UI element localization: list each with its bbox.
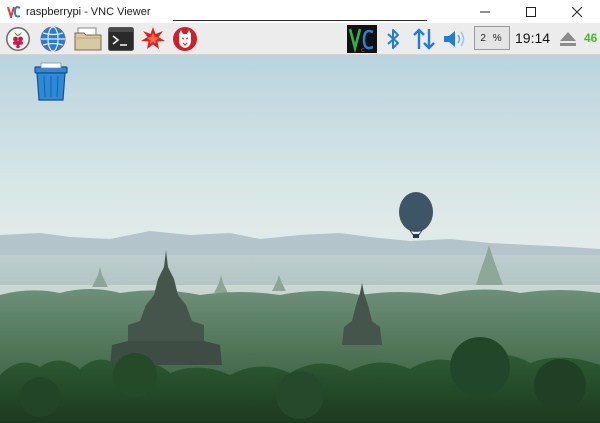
minimize-icon bbox=[480, 11, 490, 12]
menu-button[interactable] bbox=[4, 25, 32, 53]
wolfram-launcher[interactable] bbox=[171, 25, 199, 53]
mathematica-launcher[interactable] bbox=[139, 25, 167, 53]
window-controls bbox=[462, 0, 600, 23]
close-button[interactable] bbox=[554, 0, 600, 23]
trash-icon bbox=[34, 62, 68, 101]
volume-icon bbox=[444, 31, 465, 47]
battery-level[interactable]: 46 bbox=[584, 31, 597, 45]
wallpaper-image bbox=[0, 55, 600, 423]
wolfram-icon bbox=[173, 27, 197, 51]
minimize-button[interactable] bbox=[462, 0, 508, 23]
bluetooth-icon bbox=[387, 29, 399, 49]
terminal-launcher[interactable] bbox=[107, 25, 135, 53]
mathematica-icon bbox=[141, 27, 165, 49]
volume-tray-button[interactable] bbox=[441, 25, 469, 53]
close-icon bbox=[572, 6, 582, 17]
eject-icon bbox=[560, 32, 576, 46]
terminal-icon bbox=[108, 27, 134, 51]
vnc-server-tray-button[interactable]: c bbox=[346, 25, 378, 53]
vnc-server-icon: c bbox=[347, 25, 377, 53]
desktop-icon-trash[interactable] bbox=[33, 62, 69, 102]
network-transfer-icon bbox=[413, 28, 435, 50]
cpu-usage-value: 2 % bbox=[480, 32, 504, 44]
window-title: raspberrypi - VNC Viewer bbox=[26, 5, 151, 18]
maximize-icon bbox=[526, 6, 536, 17]
file-manager-launcher[interactable] bbox=[74, 25, 102, 53]
vnc-logo-icon bbox=[7, 5, 21, 19]
taskbar: c 2 % 19:14 46 bbox=[0, 23, 600, 55]
cpu-usage-monitor[interactable]: 2 % bbox=[474, 26, 510, 50]
eject-tray-button[interactable] bbox=[556, 25, 580, 53]
window-title-bar[interactable]: raspberrypi - VNC Viewer bbox=[0, 0, 600, 23]
maximize-button[interactable] bbox=[508, 0, 554, 23]
clock[interactable]: 19:14 bbox=[515, 30, 550, 46]
svg-text:c: c bbox=[361, 46, 365, 53]
raspberry-menu-icon bbox=[6, 27, 30, 51]
desktop[interactable] bbox=[0, 55, 600, 423]
file-manager-icon bbox=[74, 27, 102, 51]
web-browser-launcher[interactable] bbox=[39, 25, 67, 53]
title-toolbar-slot[interactable] bbox=[173, 0, 427, 21]
network-tray-button[interactable] bbox=[410, 25, 438, 53]
web-browser-icon bbox=[40, 26, 66, 52]
bluetooth-tray-button[interactable] bbox=[379, 25, 407, 53]
